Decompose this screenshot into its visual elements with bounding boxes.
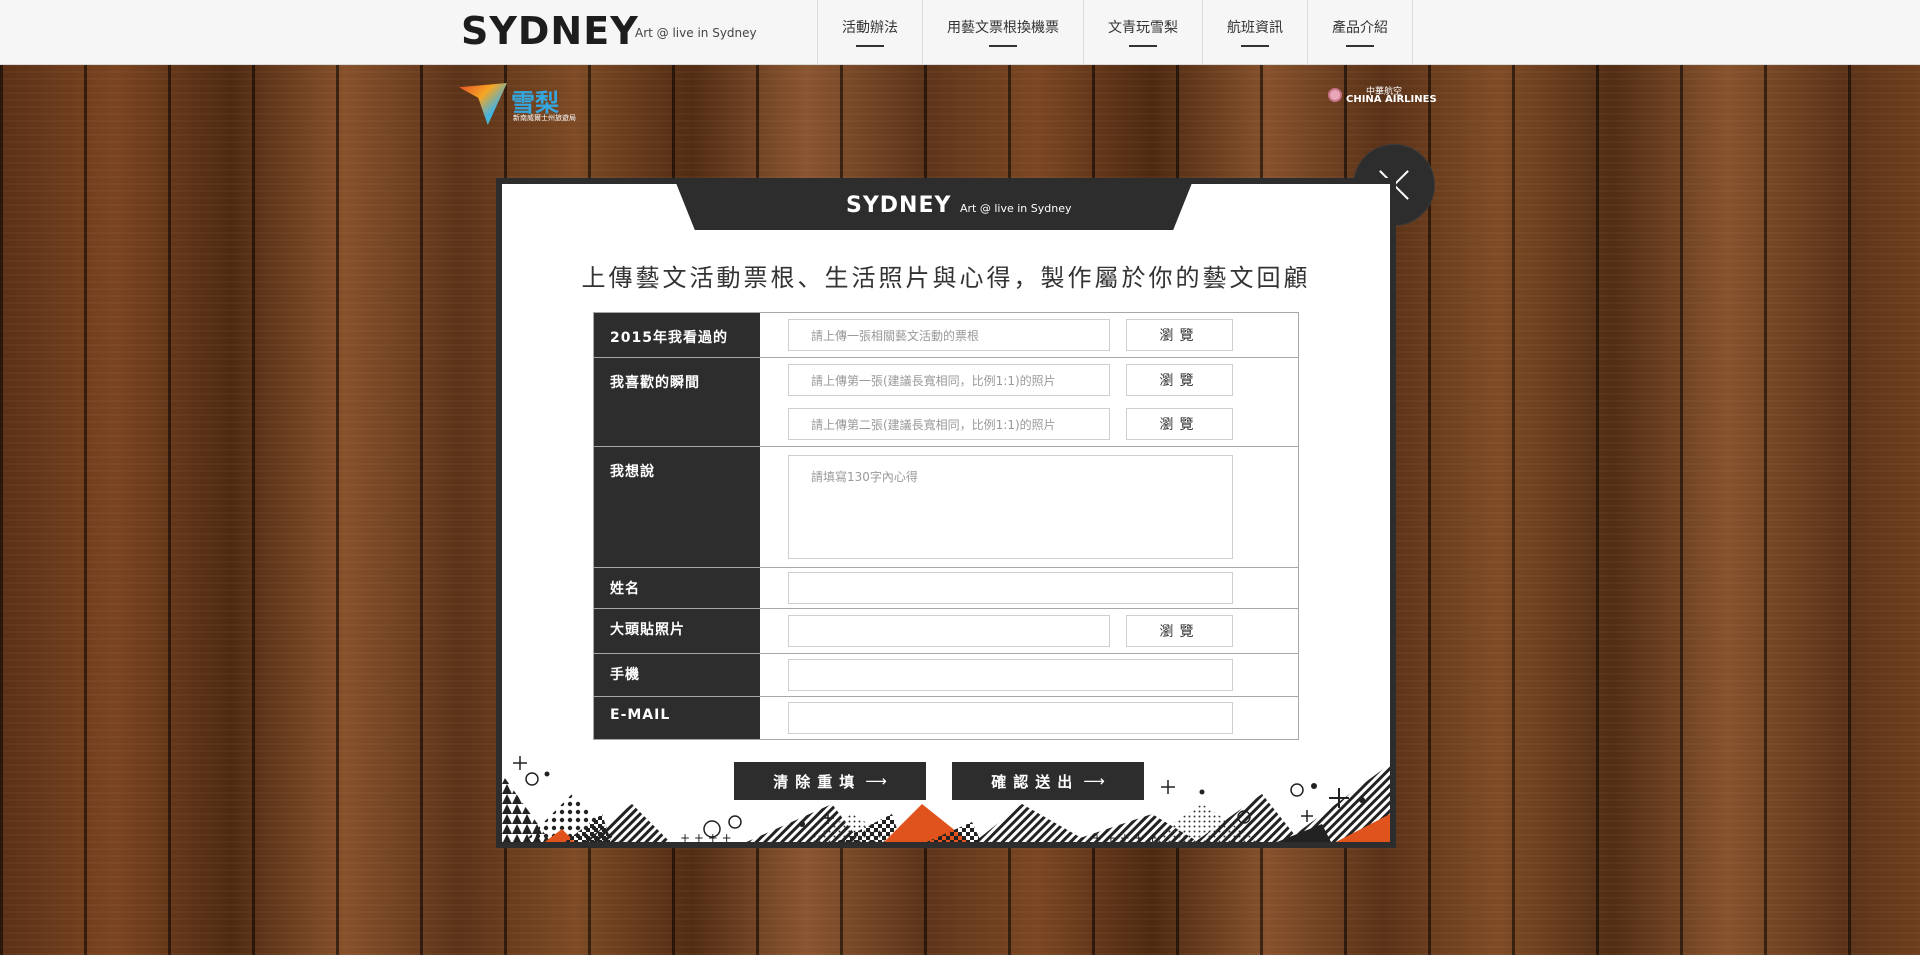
nav-underline bbox=[989, 45, 1017, 47]
moment-photo-1-field[interactable]: 請上傳第一張(建議長寬相同，比例1:1)的照片 bbox=[788, 364, 1110, 396]
nav-item-label: 文青玩雪梨 bbox=[1108, 20, 1178, 36]
nav-item-ticket-exchange[interactable]: 用藝文票根換機票 bbox=[922, 0, 1083, 64]
ticket-cell: 請上傳一張相關藝文活動的票根 瀏覽 bbox=[760, 313, 1298, 357]
submit-button-label: 確認送出 bbox=[991, 772, 1080, 791]
ticket-browse-button[interactable]: 瀏覽 bbox=[1126, 319, 1233, 351]
nsw-sub-text: 新南威爾士州旅遊局 bbox=[513, 114, 576, 122]
moment-line-2: 請上傳第二張(建議長寬相同，比例1:1)的照片 瀏覽 bbox=[788, 402, 1298, 446]
form-row-moment: 我喜歡的瞬間 請上傳第一張(建議長寬相同，比例1:1)的照片 瀏覽 請上傳第二張… bbox=[594, 358, 1298, 447]
moment-photo-2-browse-button[interactable]: 瀏覽 bbox=[1126, 408, 1233, 440]
nav-underline bbox=[1346, 45, 1374, 47]
submit-button[interactable]: 確認送出 ⟶ bbox=[952, 762, 1144, 800]
name-cell bbox=[760, 568, 1298, 608]
reset-button[interactable]: 清除重填 ⟶ bbox=[734, 762, 926, 800]
nav-underline bbox=[856, 45, 884, 47]
modal-logo: SYDNEY bbox=[846, 193, 952, 218]
modal-tagline: Art @ live in Sydney bbox=[960, 202, 1072, 215]
svg-text:+ + + +: + + + + bbox=[680, 831, 732, 844]
form-row-thoughts: 我想說 請填寫130字內心得 bbox=[594, 447, 1298, 568]
nav-item-label: 產品介紹 bbox=[1332, 20, 1388, 36]
nav-item-activity-rules[interactable]: 活動辦法 bbox=[817, 0, 922, 64]
avatar-browse-button[interactable]: 瀏覽 bbox=[1126, 615, 1233, 647]
phone-line bbox=[788, 654, 1298, 696]
avatar-cell: 瀏覽 bbox=[760, 609, 1298, 653]
main-nav: 活動辦法 用藝文票根換機票 文青玩雪梨 航班資訊 產品介紹 bbox=[817, 0, 1413, 64]
upload-form: 2015年我看過的 請上傳一張相關藝文活動的票根 瀏覽 我喜歡的瞬間 請上傳第一… bbox=[593, 312, 1299, 740]
thoughts-cell: 請填寫130字內心得 bbox=[760, 447, 1298, 567]
nav-item-label: 活動辦法 bbox=[842, 20, 898, 36]
destination-nsw-logo: 雪梨 新南威爾士州旅遊局 bbox=[459, 83, 589, 125]
nav-item-label: 航班資訊 bbox=[1227, 20, 1283, 36]
name-label: 姓名 bbox=[594, 568, 760, 608]
avatar-label: 大頭貼照片 bbox=[594, 609, 760, 653]
modal-title: 上傳藝文活動票根、生活照片與心得，製作屬於你的藝文回顧 bbox=[581, 264, 1311, 292]
upload-modal: SYDNEY Art @ live in Sydney 上傳藝文活動票根、生活照… bbox=[496, 178, 1396, 848]
phone-field[interactable] bbox=[788, 659, 1233, 691]
thoughts-label: 我想說 bbox=[594, 447, 760, 567]
nav-item-explore-sydney[interactable]: 文青玩雪梨 bbox=[1083, 0, 1202, 64]
phone-cell bbox=[760, 654, 1298, 696]
arrow-right-icon: ⟶ bbox=[865, 772, 887, 790]
moment-photo-2-field[interactable]: 請上傳第二張(建議長寬相同，比例1:1)的照片 bbox=[788, 408, 1110, 440]
top-navigation-bar: SYDNEY Art @ live in Sydney 活動辦法 用藝文票根換機… bbox=[0, 0, 1920, 65]
moment-line-1: 請上傳第一張(建議長寬相同，比例1:1)的照片 瀏覽 bbox=[788, 358, 1298, 402]
svg-text:+ + + + +: + + + + + bbox=[1092, 831, 1158, 844]
avatar-line: 瀏覽 bbox=[788, 609, 1298, 653]
reset-button-label: 清除重填 bbox=[773, 772, 862, 791]
phone-label: 手機 bbox=[594, 654, 760, 696]
nav-item-label: 用藝文票根換機票 bbox=[947, 20, 1059, 36]
arrow-right-icon: ⟶ bbox=[1083, 772, 1105, 790]
nav-item-flight-info[interactable]: 航班資訊 bbox=[1202, 0, 1307, 64]
nav-item-products[interactable]: 產品介紹 bbox=[1307, 0, 1413, 64]
nsw-mark-icon bbox=[459, 83, 507, 125]
logo-tagline: Art @ live in Sydney bbox=[635, 26, 757, 40]
form-row-phone: 手機 bbox=[594, 654, 1298, 697]
china-airlines-logo: 中華航空 CHINA AIRLINES bbox=[1328, 84, 1448, 114]
ticket-label: 2015年我看過的 bbox=[594, 313, 760, 357]
nav-underline bbox=[1129, 45, 1157, 47]
moment-label: 我喜歡的瞬間 bbox=[594, 358, 760, 446]
plum-blossom-icon bbox=[1328, 88, 1342, 102]
nav-underline bbox=[1241, 45, 1269, 47]
form-row-avatar: 大頭貼照片 瀏覽 bbox=[594, 609, 1298, 654]
name-field[interactable] bbox=[788, 572, 1233, 604]
moment-photo-1-browse-button[interactable]: 瀏覽 bbox=[1126, 364, 1233, 396]
name-line bbox=[788, 568, 1298, 608]
form-row-name: 姓名 bbox=[594, 568, 1298, 609]
geometric-pattern-decoration: + + + + + + + + + bbox=[502, 756, 1390, 844]
form-row-ticket: 2015年我看過的 請上傳一張相關藝文活動的票根 瀏覽 bbox=[594, 313, 1298, 358]
ticket-upload-field[interactable]: 請上傳一張相關藝文活動的票根 bbox=[788, 319, 1110, 351]
ticket-line: 請上傳一張相關藝文活動的票根 瀏覽 bbox=[788, 313, 1298, 357]
china-airlines-en: CHINA AIRLINES bbox=[1346, 94, 1437, 105]
moment-cell: 請上傳第一張(建議長寬相同，比例1:1)的照片 瀏覽 請上傳第二張(建議長寬相同… bbox=[760, 358, 1298, 446]
avatar-upload-field[interactable] bbox=[788, 615, 1110, 647]
sydney-logo[interactable]: SYDNEY bbox=[461, 8, 639, 54]
thoughts-textarea[interactable]: 請填寫130字內心得 bbox=[788, 455, 1233, 559]
